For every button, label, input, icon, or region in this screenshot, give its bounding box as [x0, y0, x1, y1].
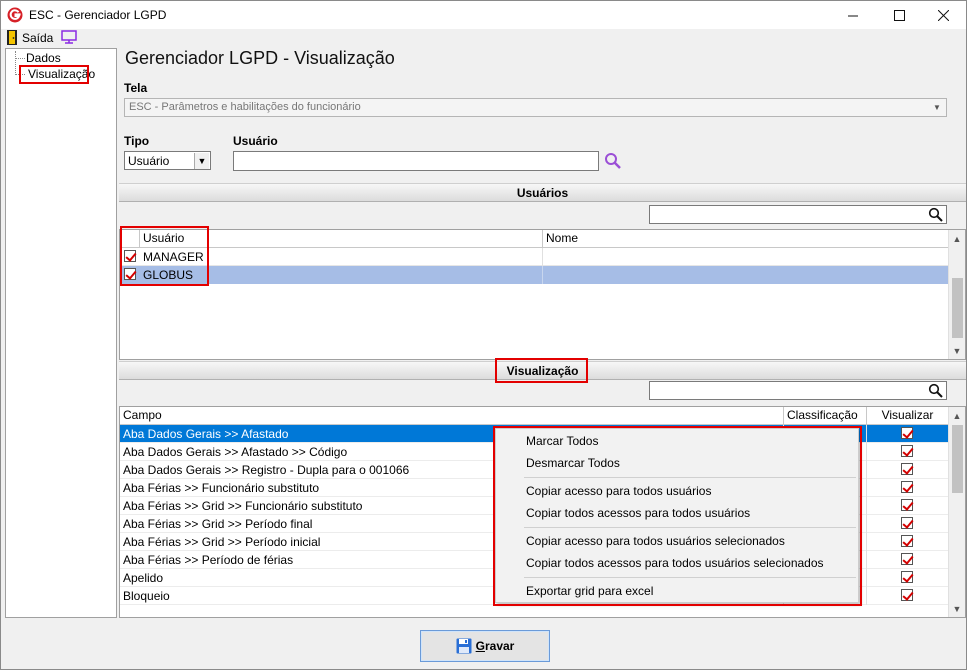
tela-label: Tela [124, 81, 148, 95]
app-window: ESC - Gerenciador LGPD Saída Dados Visua… [0, 0, 967, 670]
visualizacao-section-header: Visualização [119, 361, 966, 380]
visualize-cell [867, 587, 949, 605]
usuario-input[interactable] [233, 151, 599, 171]
exit-label: Saída [22, 31, 54, 45]
scrollbar-thumb[interactable] [952, 278, 963, 338]
usuarios-section-header: Usuários [119, 183, 966, 202]
tree-item-dados[interactable]: Dados [26, 51, 61, 65]
visualize-checkbox[interactable] [901, 481, 913, 493]
menu-separator [524, 527, 856, 528]
visualize-checkbox[interactable] [901, 535, 913, 547]
users-grid-scrollbar[interactable]: ▲ ▼ [948, 230, 965, 359]
menu-separator [524, 477, 856, 478]
menu-item-desmarcar-todos[interactable]: Desmarcar Todos [526, 456, 620, 470]
users-grid-header-usuario[interactable]: Usuário [140, 230, 543, 248]
tree-item-visualizacao[interactable]: Visualização [28, 67, 95, 81]
visualize-cell [867, 515, 949, 533]
usuario-label: Usuário [233, 134, 278, 148]
save-label: ravar [484, 639, 515, 653]
fields-grid-header-campo[interactable]: Campo [120, 407, 784, 425]
save-label-mnemonic: G [475, 639, 485, 653]
name-cell [543, 266, 949, 284]
scroll-down-icon[interactable]: ▼ [949, 600, 965, 617]
table-row[interactable]: MANAGER [120, 248, 949, 266]
maximize-button[interactable] [876, 1, 922, 29]
context-menu: Marcar Todos Desmarcar Todos Copiar aces… [495, 428, 859, 603]
tree-connector [15, 74, 25, 75]
tipo-label: Tipo [124, 134, 150, 148]
menu-separator [524, 577, 856, 578]
menu-item-copiar-acesso-selecionados[interactable]: Copiar acesso para todos usuários seleci… [526, 534, 785, 548]
tree-connector [15, 51, 16, 75]
scroll-up-icon[interactable]: ▲ [949, 230, 965, 247]
users-grid-check-header [120, 230, 140, 248]
visualize-checkbox[interactable] [901, 499, 913, 511]
users-grid: Usuário Nome MANAGER GLOBUS ▲ ▼ [119, 229, 966, 360]
minimize-icon [847, 15, 858, 16]
user-cell: GLOBUS [140, 266, 543, 284]
menu-item-copiar-todos-acessos-selecionados[interactable]: Copiar todos acessos para todos usuários… [526, 556, 824, 570]
visualize-checkbox[interactable] [901, 571, 913, 583]
row-checkbox[interactable] [124, 250, 136, 262]
close-icon [937, 9, 949, 21]
scroll-up-icon[interactable]: ▲ [949, 407, 965, 424]
visualize-cell [867, 461, 949, 479]
menu-item-exportar-excel[interactable]: Exportar grid para excel [526, 584, 653, 598]
floppy-disk-icon [456, 638, 472, 654]
navigation-tree: Dados Visualização [5, 48, 117, 618]
search-icon[interactable] [928, 207, 943, 222]
chevron-down-icon: ▼ [194, 153, 209, 169]
maximize-icon [893, 9, 905, 21]
menu-item-copiar-acesso-todos[interactable]: Copiar acesso para todos usuários [526, 484, 711, 498]
table-row[interactable]: GLOBUS [120, 266, 949, 284]
scrollbar-thumb[interactable] [952, 425, 963, 493]
close-button[interactable] [920, 1, 966, 29]
tree-connector [15, 58, 25, 59]
visualize-cell [867, 551, 949, 569]
menu-item-copiar-todos-acessos-todos[interactable]: Copiar todos acessos para todos usuários [526, 506, 750, 520]
fields-grid-header-visualizar[interactable]: Visualizar [867, 407, 949, 425]
visualize-cell [867, 533, 949, 551]
visualize-checkbox[interactable] [901, 517, 913, 529]
users-grid-header-nome[interactable]: Nome [543, 230, 949, 248]
visualize-checkbox[interactable] [901, 427, 913, 439]
visualize-cell [867, 479, 949, 497]
page-title: Gerenciador LGPD - Visualização [125, 48, 395, 68]
menu-item-marcar-todos[interactable]: Marcar Todos [526, 434, 598, 448]
window-title: ESC - Gerenciador LGPD [29, 8, 167, 22]
tela-combo[interactable]: ESC - Parâmetros e habilitações do funci… [124, 98, 947, 117]
view-search-input[interactable] [649, 381, 947, 400]
row-checkbox[interactable] [124, 268, 136, 280]
visualize-checkbox[interactable] [901, 589, 913, 601]
fields-grid-header-classificacao[interactable]: Classificação [784, 407, 867, 425]
search-icon[interactable] [928, 383, 943, 398]
tipo-value: Usuário [128, 154, 170, 168]
visualize-cell [867, 425, 949, 443]
app-logo-icon [7, 7, 23, 23]
exit-door-icon [7, 30, 17, 45]
fields-grid-scrollbar[interactable]: ▲ ▼ [948, 407, 965, 617]
visualize-cell [867, 497, 949, 515]
user-cell: MANAGER [140, 248, 543, 266]
visualize-cell [867, 443, 949, 461]
title-bar: ESC - Gerenciador LGPD [1, 1, 966, 29]
user-search-icon[interactable] [604, 152, 622, 170]
exit-button[interactable]: Saída [1, 29, 55, 48]
visualize-checkbox[interactable] [901, 553, 913, 565]
tela-value: ESC - Parâmetros e habilitações do funci… [129, 101, 361, 113]
name-cell [543, 248, 949, 266]
tipo-select[interactable]: Usuário ▼ [124, 151, 211, 170]
monitor-icon[interactable] [61, 30, 77, 44]
visualize-checkbox[interactable] [901, 445, 913, 457]
minimize-button[interactable] [830, 1, 876, 29]
save-button[interactable]: Gravar [420, 630, 550, 662]
chevron-down-icon: ▼ [933, 103, 941, 112]
users-search-input[interactable] [649, 205, 947, 224]
visualize-checkbox[interactable] [901, 463, 913, 475]
toolbar: Saída [1, 29, 966, 48]
visualize-cell [867, 569, 949, 587]
scroll-down-icon[interactable]: ▼ [949, 342, 965, 359]
